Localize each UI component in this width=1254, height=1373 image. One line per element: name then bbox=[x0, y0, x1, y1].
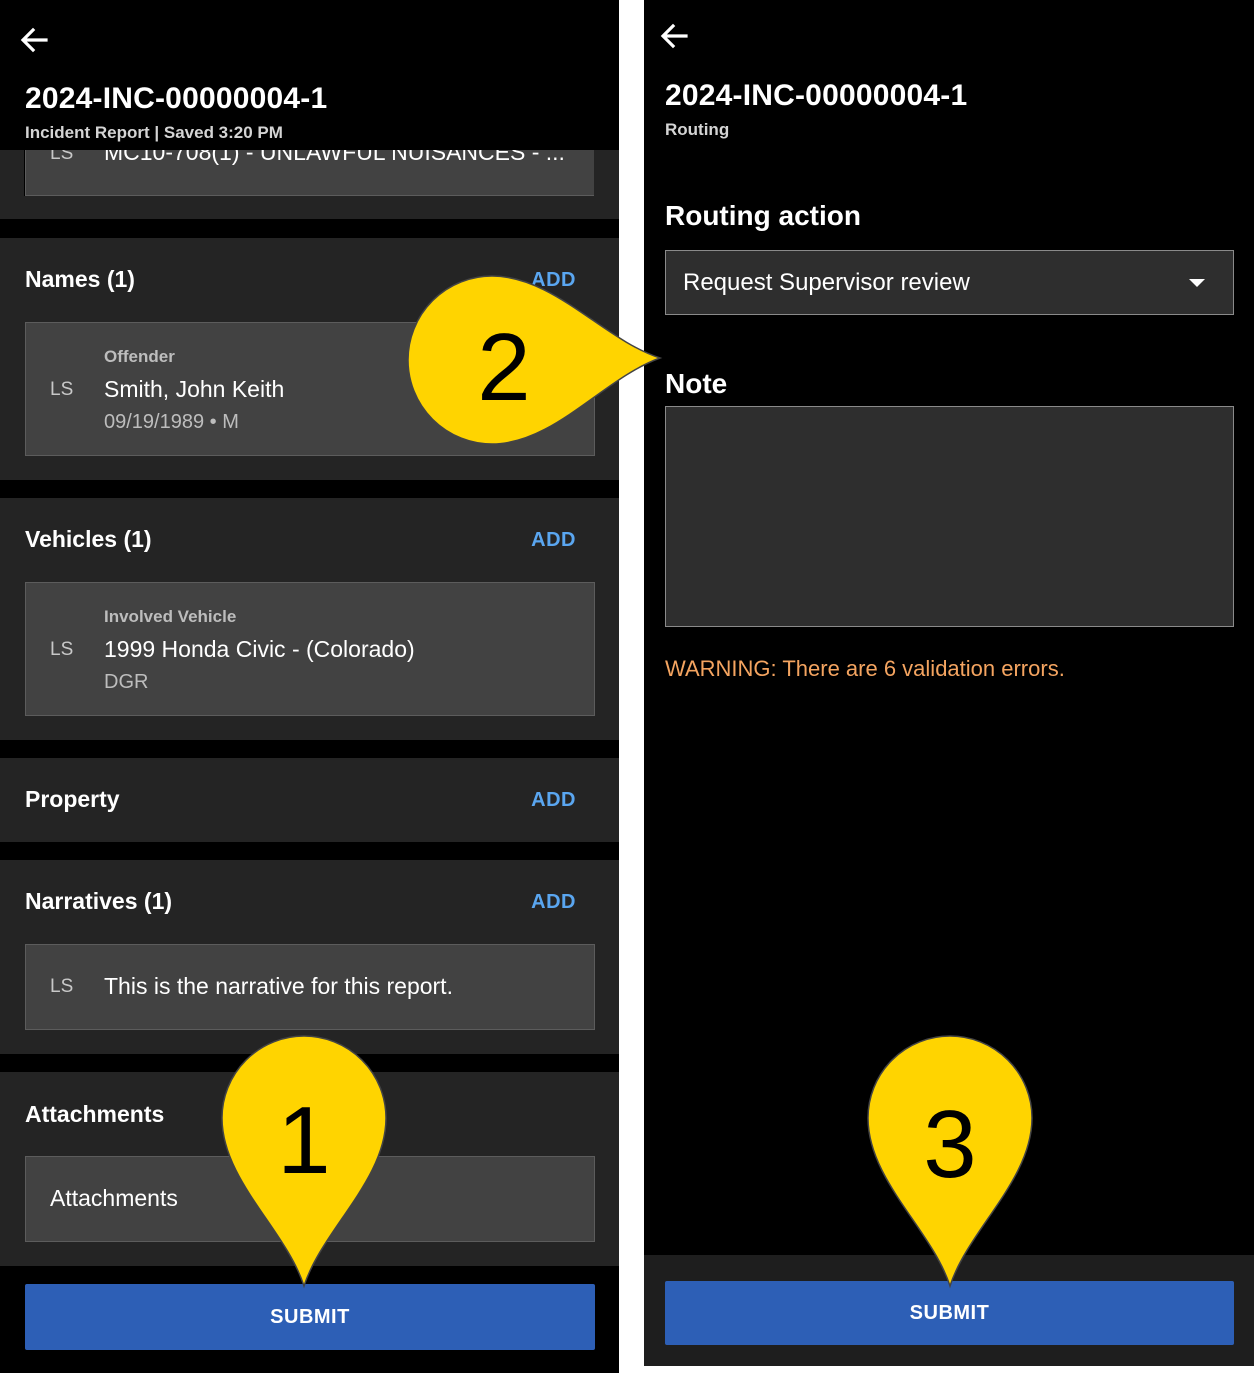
vehicle-initials: LS bbox=[50, 639, 74, 660]
note-label: Note bbox=[665, 368, 728, 399]
narratives-title: Narratives (1) bbox=[25, 888, 173, 914]
offense-section-right bbox=[594, 150, 619, 200]
submit-button[interactable]: SUBMIT bbox=[665, 1281, 1234, 1345]
property-add-button[interactable]: ADD bbox=[531, 789, 576, 812]
vehicle-role: Involved Vehicle bbox=[104, 607, 237, 626]
vehicles-title: Vehicles (1) bbox=[25, 526, 152, 552]
callout-1-number: 1 bbox=[277, 1087, 331, 1194]
left-header: 2024-INC-00000004-1 Incident Report | Sa… bbox=[0, 0, 619, 150]
offense-section-left bbox=[0, 150, 24, 200]
page-subtitle: Routing bbox=[665, 120, 730, 139]
callout-3-number: 3 bbox=[923, 1091, 977, 1198]
submit-button[interactable]: SUBMIT bbox=[25, 1284, 595, 1350]
narrative-card[interactable]: LS This is the narrative for this report… bbox=[25, 944, 595, 1030]
vehicles-section: Vehicles (1) ADD LS Involved Vehicle 199… bbox=[0, 498, 619, 740]
attachments-card-text: Attachments bbox=[50, 1185, 178, 1211]
offense-section-bottom bbox=[0, 196, 619, 219]
arrow-left-icon[interactable] bbox=[658, 20, 690, 52]
vehicle-meta: DGR bbox=[104, 671, 149, 693]
property-section: Property ADD bbox=[0, 758, 619, 842]
name-role: Offender bbox=[104, 347, 175, 366]
narratives-add-button[interactable]: ADD bbox=[531, 891, 576, 914]
routing-action-label: Routing action bbox=[665, 200, 861, 231]
validation-warning: WARNING: There are 6 validation errors. bbox=[665, 656, 1065, 681]
narrative-text: This is the narrative for this report. bbox=[104, 973, 453, 999]
routing-action-value: Request Supervisor review bbox=[683, 269, 970, 296]
vehicle-card[interactable]: LS Involved Vehicle 1999 Honda Civic - (… bbox=[25, 582, 595, 716]
vehicle-value: 1999 Honda Civic - (Colorado) bbox=[104, 636, 415, 662]
vehicles-add-button[interactable]: ADD bbox=[531, 529, 576, 552]
routing-action-select[interactable]: Request Supervisor review bbox=[665, 250, 1234, 315]
page-subtitle: Incident Report | Saved 3:20 PM bbox=[25, 123, 283, 142]
page-title: 2024-INC-00000004-1 bbox=[665, 79, 968, 112]
property-title: Property bbox=[25, 786, 120, 812]
narratives-section: Narratives (1) ADD LS This is the narrat… bbox=[0, 860, 619, 1054]
note-textarea[interactable] bbox=[665, 406, 1234, 627]
name-initials: LS bbox=[50, 379, 74, 400]
page-title: 2024-INC-00000004-1 bbox=[25, 82, 328, 115]
names-title: Names (1) bbox=[25, 266, 135, 292]
caret-down-icon bbox=[1189, 279, 1205, 287]
name-value: Smith, John Keith bbox=[104, 376, 285, 402]
attachments-title: Attachments bbox=[25, 1101, 165, 1127]
narrative-initials: LS bbox=[50, 976, 74, 997]
name-meta: 09/19/1989 • M bbox=[104, 411, 239, 433]
callout-2-number: 2 bbox=[477, 314, 531, 421]
arrow-left-icon[interactable] bbox=[18, 24, 50, 56]
